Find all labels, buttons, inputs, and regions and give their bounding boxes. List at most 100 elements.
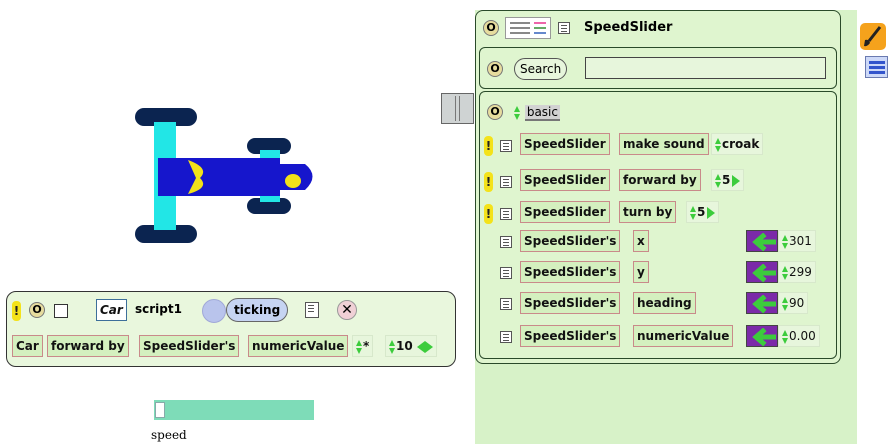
slot-owner-label: SpeedSlider's <box>524 329 617 343</box>
pause-icon[interactable] <box>202 299 226 323</box>
slot-value[interactable]: 90 <box>789 296 804 310</box>
viewer-tab[interactable] <box>441 93 474 124</box>
assign-arrow-icon[interactable] <box>746 292 778 314</box>
arg-arrows-icon[interactable] <box>715 137 722 153</box>
script-menu-button[interactable]: O <box>29 302 45 318</box>
script-object-tile[interactable]: Car <box>96 299 127 321</box>
slot-value[interactable]: 299 <box>789 265 812 279</box>
slot-name-label: heading <box>637 296 692 310</box>
viewer-menu-button[interactable]: O <box>483 20 499 36</box>
command-arg-tile[interactable]: 5 <box>711 169 745 191</box>
command-warning-button[interactable]: ! <box>484 136 493 156</box>
slot-value-tile[interactable]: 0.00 <box>778 325 820 347</box>
category-selector[interactable]: basic <box>514 102 560 122</box>
slot-menu-icon[interactable] <box>500 331 512 343</box>
close-icon[interactable]: ✕ <box>337 300 357 320</box>
command-verb-tile[interactable]: forward by <box>619 169 701 191</box>
body-attr-tile[interactable]: numericValue <box>248 335 349 357</box>
slot-value[interactable]: 0.00 <box>789 329 816 343</box>
script-checkbox[interactable] <box>54 304 68 318</box>
command-menu-icon[interactable] <box>500 208 512 220</box>
slot-menu-icon[interactable] <box>500 236 512 248</box>
operand-tile[interactable]: 10 <box>385 335 437 357</box>
viewer-thumbnail[interactable] <box>505 17 551 39</box>
script-warning-button[interactable]: ! <box>12 301 21 321</box>
operator-arrows-icon[interactable] <box>356 339 363 355</box>
command-warning-button[interactable]: ! <box>484 204 493 224</box>
slot-name-tile[interactable]: heading <box>633 292 696 314</box>
slot-owner-label: SpeedSlider's <box>524 265 617 279</box>
search-label: Search <box>520 62 562 76</box>
assign-arrow-icon[interactable] <box>746 230 778 252</box>
search-button[interactable]: Search <box>514 58 568 80</box>
slot-name-label: numericValue <box>637 329 730 343</box>
viewer-object-menu-icon[interactable] <box>558 22 570 34</box>
assign-arrow-icon[interactable] <box>746 261 778 283</box>
command-arg-value[interactable]: 5 <box>722 173 730 187</box>
slot-menu-icon[interactable] <box>500 267 512 279</box>
slot-owner-tile[interactable]: SpeedSlider's <box>520 292 621 314</box>
search-input[interactable] <box>585 57 826 79</box>
value-arrows-icon[interactable] <box>782 329 789 345</box>
command-object-label: SpeedSlider <box>524 173 606 187</box>
slot-name-tile[interactable]: numericValue <box>633 325 734 347</box>
slider-thumb[interactable] <box>155 402 165 418</box>
slot-owner-tile[interactable]: SpeedSlider's <box>520 230 621 252</box>
command-object-tile[interactable]: SpeedSlider <box>520 169 610 191</box>
slot-value[interactable]: 301 <box>789 234 812 248</box>
assign-arrow-icon[interactable] <box>746 325 778 347</box>
viewer-tool-icon[interactable] <box>865 56 888 78</box>
value-arrows-icon[interactable] <box>782 296 789 312</box>
tick-rate-icon[interactable] <box>305 302 319 318</box>
arg-increment-icon[interactable] <box>707 206 716 219</box>
body-verb-tile[interactable]: forward by <box>47 335 129 357</box>
slot-owner-tile[interactable]: SpeedSlider's <box>520 325 621 347</box>
car-sprite[interactable] <box>130 108 320 250</box>
operand-value[interactable]: 10 <box>396 339 413 353</box>
command-verb-tile[interactable]: turn by <box>619 201 677 223</box>
paint-brush-icon[interactable] <box>860 23 886 50</box>
slot-menu-icon[interactable] <box>500 298 512 310</box>
increment-icon[interactable] <box>424 340 433 353</box>
slot-name-label: x <box>637 234 645 248</box>
body-source-label: SpeedSlider's <box>143 339 236 353</box>
category-menu-button[interactable]: O <box>487 104 503 120</box>
operator-tile[interactable]: * <box>352 335 374 357</box>
script-editor[interactable]: ! O Car script1 ticking ✕ Car forward by… <box>6 291 456 367</box>
body-object-tile[interactable]: Car <box>12 335 43 357</box>
command-verb-tile[interactable]: make sound <box>619 133 709 155</box>
command-object-label: SpeedSlider <box>524 205 606 219</box>
slider-label: speed <box>151 428 187 442</box>
operator-label: * <box>363 339 370 353</box>
value-arrows-icon[interactable] <box>782 265 789 281</box>
decrement-icon[interactable] <box>416 340 425 353</box>
ticking-label: ticking <box>234 303 281 317</box>
command-arg-value[interactable]: croak <box>722 137 759 151</box>
command-warning-button[interactable]: ! <box>484 172 493 192</box>
slot-name-tile[interactable]: y <box>633 261 649 283</box>
slot-value-tile[interactable]: 301 <box>778 230 816 252</box>
command-object-tile[interactable]: SpeedSlider <box>520 201 610 223</box>
value-arrows-icon[interactable] <box>782 234 789 250</box>
arg-arrows-icon[interactable] <box>715 173 722 189</box>
arg-increment-icon[interactable] <box>732 174 741 187</box>
category-arrows-icon[interactable] <box>514 105 521 121</box>
slot-name-tile[interactable]: x <box>633 230 649 252</box>
arg-arrows-icon[interactable] <box>690 205 697 221</box>
slot-value-tile[interactable]: 90 <box>778 292 809 314</box>
command-menu-icon[interactable] <box>500 140 512 152</box>
body-source-tile[interactable]: SpeedSlider's <box>139 335 240 357</box>
command-menu-icon[interactable] <box>500 176 512 188</box>
script-name[interactable]: script1 <box>135 302 182 316</box>
command-arg-tile[interactable]: croak <box>711 133 764 155</box>
command-object-label: SpeedSlider <box>524 137 606 151</box>
search-menu-button[interactable]: O <box>487 61 503 77</box>
command-arg-value[interactable]: 5 <box>697 205 705 219</box>
operand-arrows-icon[interactable] <box>389 339 396 355</box>
command-object-tile[interactable]: SpeedSlider <box>520 133 610 155</box>
ticking-button[interactable]: ticking <box>226 298 289 322</box>
command-arg-tile[interactable]: 5 <box>686 201 720 223</box>
speed-slider[interactable] <box>154 400 314 420</box>
slot-value-tile[interactable]: 299 <box>778 261 816 283</box>
slot-owner-tile[interactable]: SpeedSlider's <box>520 261 621 283</box>
